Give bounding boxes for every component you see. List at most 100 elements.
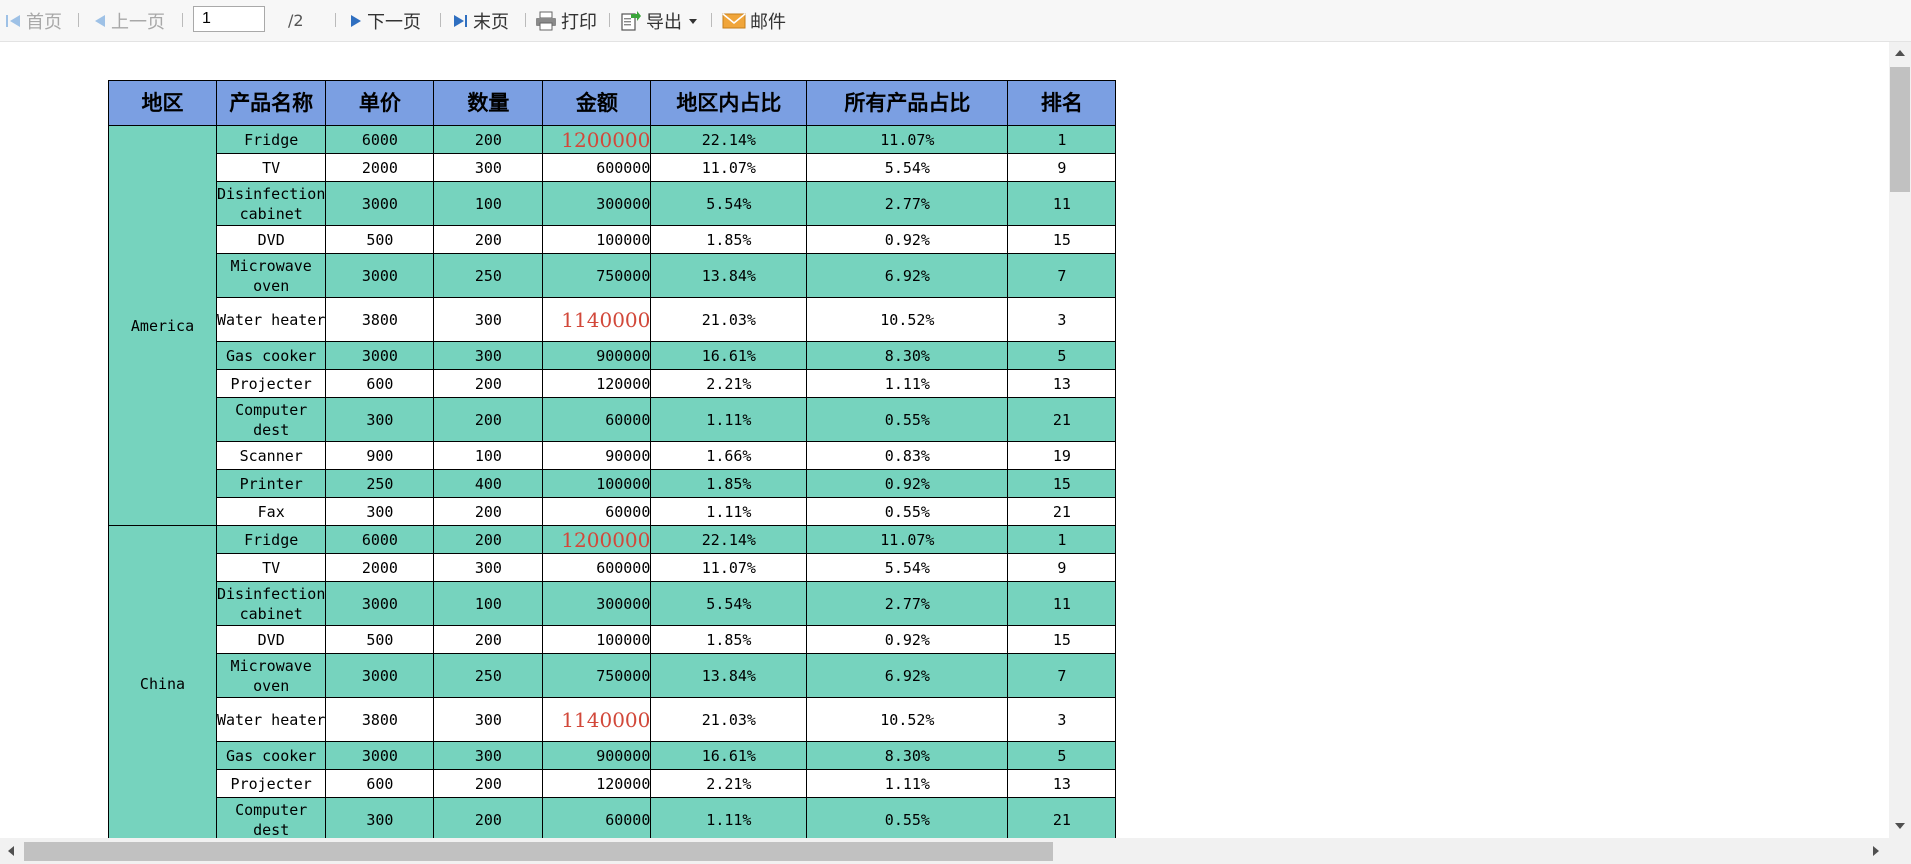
product-cell: Disinfection cabinet xyxy=(215,181,327,226)
quantity-cell: 200 xyxy=(433,225,544,254)
scroll-left-arrow-icon[interactable] xyxy=(8,846,14,856)
rank-cell: 13 xyxy=(1007,769,1117,798)
table-row: Gas cooker 3000 300 900000 16.61% 8.30% 5 xyxy=(109,341,1117,370)
table-row: TV 2000 300 600000 11.07% 5.54% 9 xyxy=(109,153,1117,182)
first-page-button[interactable]: 首页 xyxy=(5,0,62,41)
total-share-cell: 0.55% xyxy=(806,797,1009,838)
price-cell: 6000 xyxy=(325,125,435,154)
region-share-cell: 1.85% xyxy=(650,469,808,498)
price-cell: 900 xyxy=(325,441,435,470)
total-share-cell: 0.55% xyxy=(806,497,1009,526)
toolbar-separator xyxy=(711,13,712,27)
rank-cell: 3 xyxy=(1007,297,1117,342)
next-page-button[interactable]: 下一页 xyxy=(349,0,421,41)
rank-cell: 9 xyxy=(1007,153,1117,182)
prev-page-button[interactable]: 上一页 xyxy=(93,0,165,41)
scroll-down-arrow-icon[interactable] xyxy=(1895,823,1905,829)
total-share-cell: 0.83% xyxy=(806,441,1009,470)
quantity-cell: 300 xyxy=(433,341,544,370)
first-page-icon xyxy=(6,14,20,27)
product-cell: Fridge xyxy=(215,525,327,554)
price-cell: 300 xyxy=(325,397,435,442)
total-share-cell: 0.55% xyxy=(806,397,1009,442)
product-cell: Microwave oven xyxy=(215,253,327,298)
rank-cell: 15 xyxy=(1007,469,1117,498)
price-cell: 3800 xyxy=(325,297,435,342)
total-share-cell: 8.30% xyxy=(806,741,1009,770)
table-header-row: 地区 产品名称 单价 数量 金额 地区内占比 所有产品占比 排名 xyxy=(108,80,1117,126)
rank-cell: 15 xyxy=(1007,625,1117,654)
table-row: TV 2000 300 600000 11.07% 5.54% 9 xyxy=(109,553,1117,582)
total-share-cell: 10.52% xyxy=(806,297,1009,342)
amount-cell: 120000 xyxy=(542,369,652,398)
product-cell: Fridge xyxy=(215,125,327,154)
table-row: Water heater 3800 300 1140000 21.03% 10.52% 3 xyxy=(109,697,1117,742)
total-share-cell: 11.07% xyxy=(806,125,1009,154)
export-label: 导出 xyxy=(646,11,682,33)
table-row: America Fridge 6000 200 1200000 22.14% 11.07% 1 xyxy=(108,125,1117,526)
region-share-cell: 16.61% xyxy=(650,741,808,770)
rank-cell: 13 xyxy=(1007,369,1117,398)
rank-cell: 5 xyxy=(1007,741,1117,770)
product-cell: Fax xyxy=(215,497,327,526)
region-share-cell: 11.07% xyxy=(650,553,808,582)
horizontal-scroll-thumb[interactable] xyxy=(24,842,1053,861)
amount-cell: 60000 xyxy=(542,797,652,838)
table-row: Water heater 3800 300 1140000 21.03% 10.52% 3 xyxy=(109,297,1117,342)
export-dropdown[interactable]: 导出 xyxy=(620,0,700,41)
header-region-share: 地区内占比 xyxy=(650,80,808,126)
price-cell: 6000 xyxy=(325,525,435,554)
total-share-cell: 0.92% xyxy=(806,469,1009,498)
rank-cell: 11 xyxy=(1007,181,1117,226)
chevron-down-icon xyxy=(689,18,697,24)
quantity-cell: 200 xyxy=(433,125,544,154)
rank-cell: 1 xyxy=(1007,525,1117,554)
product-cell: Printer xyxy=(215,469,327,498)
total-share-cell: 10.52% xyxy=(806,697,1009,742)
region-share-cell: 1.11% xyxy=(650,397,808,442)
product-cell: Gas cooker xyxy=(215,741,327,770)
price-cell: 300 xyxy=(325,797,435,838)
region-share-cell: 11.07% xyxy=(650,153,808,182)
quantity-cell: 100 xyxy=(433,441,544,470)
quantity-cell: 250 xyxy=(433,653,544,698)
amount-cell: 600000 xyxy=(542,553,652,582)
amount-cell: 750000 xyxy=(542,253,652,298)
amount-cell: 1140000 xyxy=(542,697,652,742)
total-share-cell: 8.30% xyxy=(806,341,1009,370)
region-share-cell: 22.14% xyxy=(650,525,808,554)
table-row: Computer dest 300 200 60000 1.11% 0.55% 21 xyxy=(109,797,1117,838)
rank-cell: 15 xyxy=(1007,225,1117,254)
product-cell: Projecter xyxy=(215,369,327,398)
price-cell: 3000 xyxy=(325,741,435,770)
mail-button[interactable]: 邮件 xyxy=(722,0,786,41)
page-number-input[interactable] xyxy=(193,6,265,32)
price-cell: 3000 xyxy=(325,581,435,626)
total-share-cell: 0.92% xyxy=(806,225,1009,254)
quantity-cell: 300 xyxy=(433,697,544,742)
mail-label: 邮件 xyxy=(750,11,786,33)
rank-cell: 21 xyxy=(1007,797,1117,838)
region-share-cell: 13.84% xyxy=(650,253,808,298)
region-share-cell: 5.54% xyxy=(650,181,808,226)
last-page-button[interactable]: 末页 xyxy=(452,0,509,41)
product-cell: TV xyxy=(215,153,327,182)
price-cell: 600 xyxy=(325,769,435,798)
scroll-up-arrow-icon[interactable] xyxy=(1895,50,1905,56)
rank-cell: 7 xyxy=(1007,253,1117,298)
quantity-cell: 200 xyxy=(433,769,544,798)
table-row: Gas cooker 3000 300 900000 16.61% 8.30% 5 xyxy=(109,741,1117,770)
price-cell: 2000 xyxy=(325,153,435,182)
header-amount: 金额 xyxy=(542,80,652,126)
amount-cell: 1200000 xyxy=(542,125,652,154)
vertical-scroll-thumb[interactable] xyxy=(1890,67,1910,192)
print-button[interactable]: 打印 xyxy=(535,0,597,41)
rank-cell: 1 xyxy=(1007,125,1117,154)
amount-cell: 90000 xyxy=(542,441,652,470)
scroll-right-arrow-icon[interactable] xyxy=(1873,846,1879,856)
product-cell: Projecter xyxy=(215,769,327,798)
header-rank: 排名 xyxy=(1007,80,1117,126)
total-share-cell: 1.11% xyxy=(806,369,1009,398)
price-cell: 3000 xyxy=(325,253,435,298)
product-cell: Disinfection cabinet xyxy=(215,581,327,626)
